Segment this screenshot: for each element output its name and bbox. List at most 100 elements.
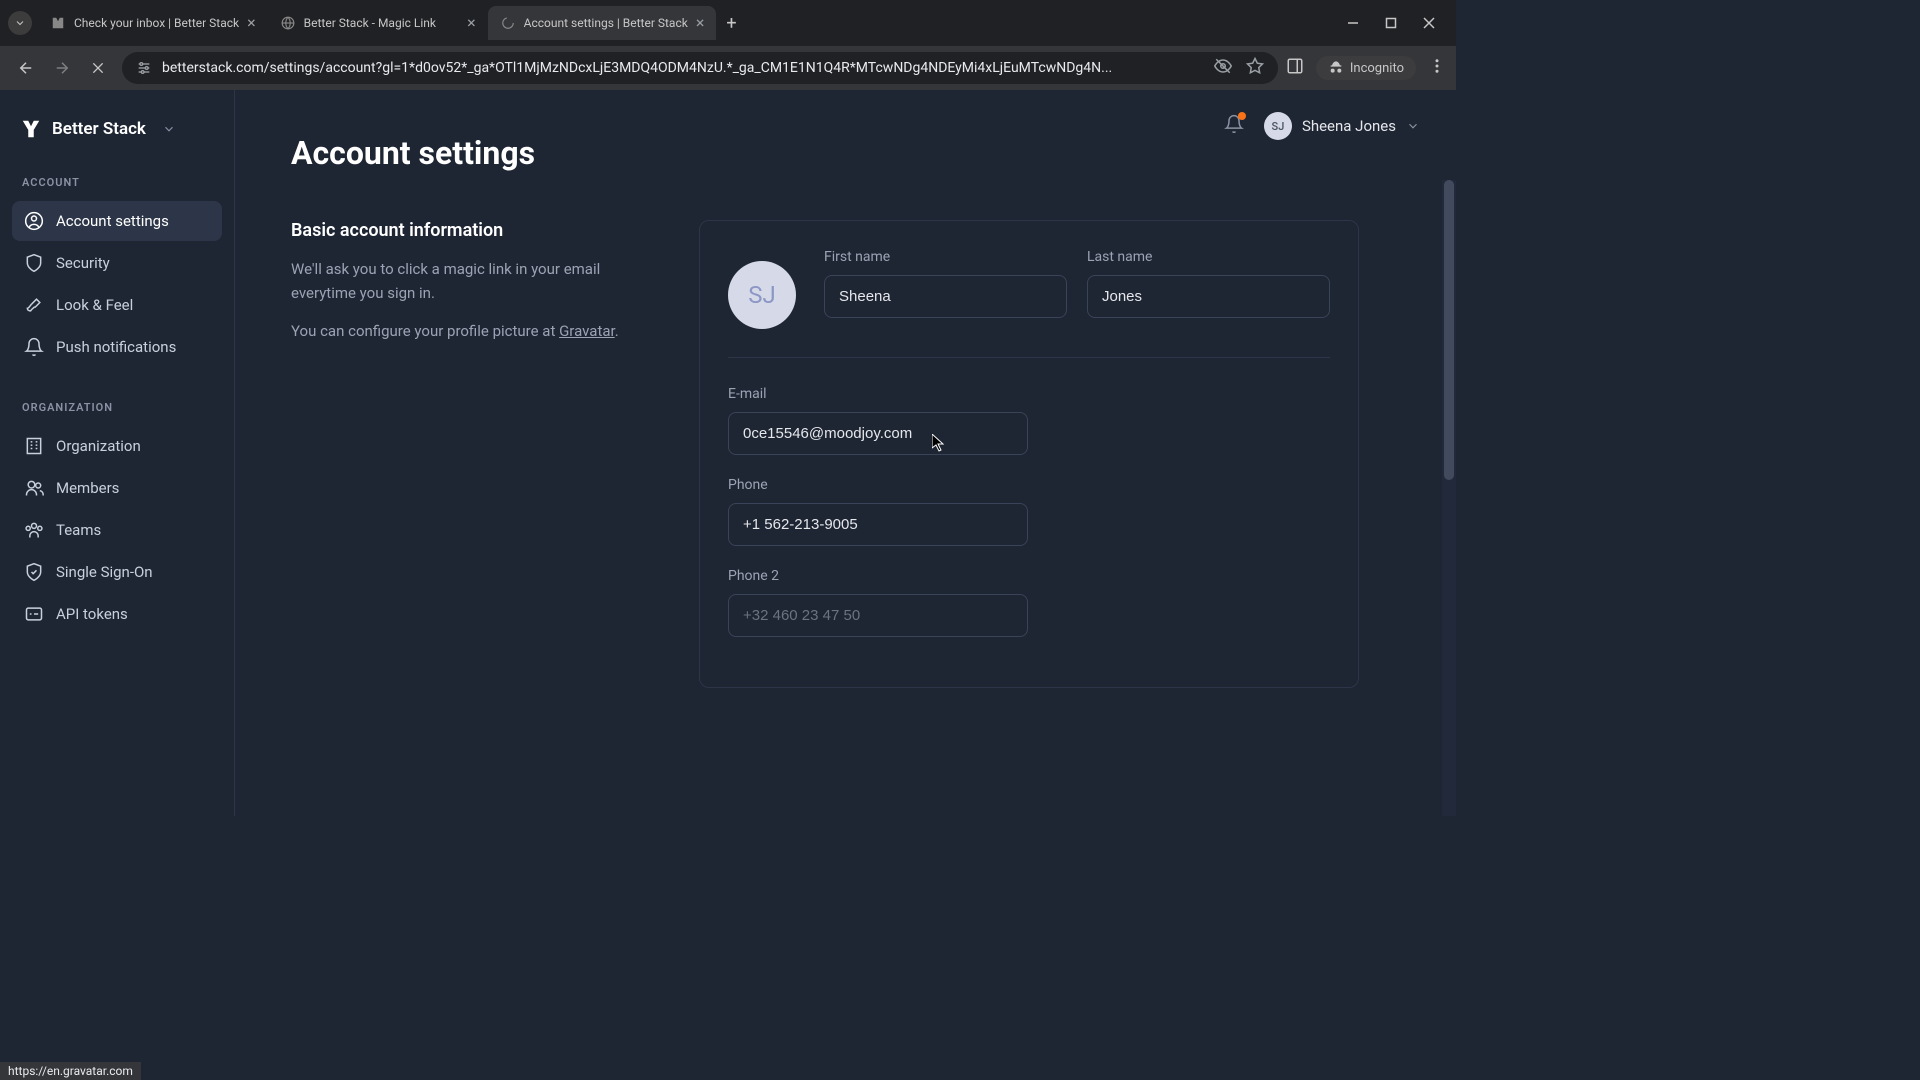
maximize-button[interactable]: [1382, 14, 1400, 32]
incognito-badge[interactable]: Incognito: [1316, 56, 1416, 80]
email-input[interactable]: [728, 412, 1028, 455]
url-text: betterstack.com/settings/account?gl=1*d0…: [162, 60, 1204, 76]
bell-icon: [24, 337, 44, 357]
first-name-label: First name: [824, 249, 1067, 265]
chevron-down-icon: [14, 17, 26, 29]
avatar: SJ: [1264, 112, 1292, 140]
site-info[interactable]: [136, 60, 152, 76]
tab-title: Check your inbox | Better Stack: [74, 16, 239, 30]
brand-logo-icon: [20, 118, 42, 140]
maximize-icon: [1385, 17, 1397, 29]
chevron-down-icon: [162, 122, 176, 136]
brand-selector[interactable]: Better Stack: [12, 110, 222, 168]
sidebar-item-look-feel[interactable]: Look & Feel: [12, 285, 222, 325]
sidebar-item-label: Teams: [56, 521, 101, 539]
sidebar-item-label: Security: [56, 254, 110, 272]
close-button[interactable]: [1420, 14, 1438, 32]
sidebar-item-account-settings[interactable]: Account settings: [12, 201, 222, 241]
sidebar-item-teams[interactable]: Teams: [12, 510, 222, 550]
browser-toolbar: betterstack.com/settings/account?gl=1*d0…: [0, 46, 1456, 90]
tab-close-button[interactable]: ×: [467, 15, 476, 31]
minimize-button[interactable]: [1344, 14, 1362, 32]
shield-check-icon: [24, 562, 44, 582]
phone-input[interactable]: [728, 503, 1028, 546]
tab-title: Better Stack - Magic Link: [304, 16, 459, 30]
user-menu[interactable]: SJ Sheena Jones: [1264, 112, 1420, 140]
tab-close-button[interactable]: ×: [247, 15, 256, 31]
email-label: E-mail: [728, 386, 1028, 402]
window-controls: [1334, 14, 1448, 32]
browser-tab-strip: Check your inbox | Better Stack × Better…: [0, 0, 1456, 46]
sidebar-item-api-tokens[interactable]: API tokens: [12, 594, 222, 634]
brush-icon: [24, 295, 44, 315]
tab-search-button[interactable]: [8, 11, 32, 35]
tab-close-button[interactable]: ×: [696, 15, 705, 31]
sidebar-item-label: Members: [56, 479, 119, 497]
shield-icon: [24, 253, 44, 273]
arrow-right-icon: [53, 59, 71, 77]
settings-section: Basic account information We'll ask you …: [291, 220, 1400, 688]
user-name: Sheena Jones: [1302, 117, 1396, 135]
users-icon: [24, 478, 44, 498]
favicon-icon: [50, 15, 66, 31]
app-container: Better Stack ACCOUNT Account settings Se…: [0, 90, 1456, 816]
key-icon: [24, 604, 44, 624]
first-name-input[interactable]: [824, 275, 1067, 318]
minimize-icon: [1347, 17, 1359, 29]
address-bar[interactable]: betterstack.com/settings/account?gl=1*d0…: [122, 52, 1278, 84]
sidebar-item-label: API tokens: [56, 605, 128, 623]
back-button[interactable]: [16, 58, 36, 78]
stop-button[interactable]: [88, 58, 108, 78]
tab-title: Account settings | Better Stack: [524, 16, 688, 30]
sidebar-section-account: ACCOUNT: [12, 168, 222, 201]
sidebar: Better Stack ACCOUNT Account settings Se…: [0, 90, 235, 816]
forward-button[interactable]: [52, 58, 72, 78]
bookmark-button[interactable]: [1246, 57, 1264, 79]
star-icon: [1246, 57, 1264, 75]
browser-menu-button[interactable]: [1428, 57, 1446, 79]
browser-tab-inbox[interactable]: Check your inbox | Better Stack ×: [38, 6, 268, 40]
topbar: SJ Sheena Jones: [1224, 112, 1420, 140]
phone2-label: Phone 2: [728, 568, 1028, 584]
team-icon: [24, 520, 44, 540]
sidebar-item-security[interactable]: Security: [12, 243, 222, 283]
chevron-down-icon: [1406, 119, 1420, 133]
panel-icon: [1286, 57, 1304, 75]
form-container: SJ First name Last name: [699, 220, 1359, 688]
sidebar-item-label: Account settings: [56, 212, 169, 230]
browser-tab-magic-link[interactable]: Better Stack - Magic Link ×: [268, 6, 488, 40]
sidebar-item-label: Push notifications: [56, 338, 176, 356]
sidebar-item-push-notifications[interactable]: Push notifications: [12, 327, 222, 367]
user-circle-icon: [24, 211, 44, 231]
brand-name: Better Stack: [52, 119, 146, 139]
sidebar-item-label: Single Sign-On: [56, 563, 153, 581]
building-icon: [24, 436, 44, 456]
nav-buttons: [10, 58, 114, 78]
browser-tab-account-settings[interactable]: Account settings | Better Stack ×: [488, 6, 717, 40]
phone2-input[interactable]: [728, 594, 1028, 637]
gravatar-link[interactable]: Gravatar: [559, 322, 615, 340]
eye-off-icon[interactable]: [1214, 57, 1232, 79]
scrollbar-thumb[interactable]: [1444, 180, 1454, 480]
sidebar-section-organization: ORGANIZATION: [12, 393, 222, 426]
incognito-icon: [1328, 60, 1344, 76]
stop-icon: [90, 60, 106, 76]
profile-avatar: SJ: [728, 261, 796, 329]
notifications-button[interactable]: [1224, 114, 1244, 138]
scrollbar-track[interactable]: [1442, 180, 1456, 816]
phone-label: Phone: [728, 477, 1028, 493]
globe-icon: [280, 15, 296, 31]
close-icon: [1423, 17, 1435, 29]
sidebar-item-members[interactable]: Members: [12, 468, 222, 508]
sidebar-item-sso[interactable]: Single Sign-On: [12, 552, 222, 592]
last-name-input[interactable]: [1087, 275, 1330, 318]
side-panel-button[interactable]: [1286, 57, 1304, 79]
sidebar-item-label: Organization: [56, 437, 141, 455]
form-card: SJ First name Last name: [699, 220, 1359, 688]
tune-icon: [136, 60, 152, 76]
sidebar-item-organization[interactable]: Organization: [12, 426, 222, 466]
new-tab-button[interactable]: +: [716, 9, 746, 38]
browser-status-bar: https://en.gravatar.com: [0, 1062, 141, 1080]
section-desc-2: You can configure your profile picture a…: [291, 319, 651, 343]
section-desc-1: We'll ask you to click a magic link in y…: [291, 257, 651, 305]
